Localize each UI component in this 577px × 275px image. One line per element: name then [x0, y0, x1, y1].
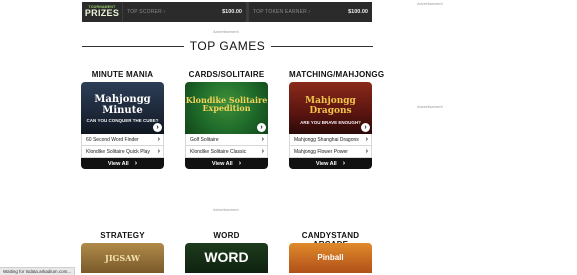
game-thumbnail-mahjongg-dragons[interactable]: Mahjongg Dragons ARE YOU BRAVE ENOUGH? › — [289, 82, 372, 134]
browser-status-bar: Waiting for tsdata.arkadium.com... — [0, 267, 76, 275]
header-line-right — [271, 45, 374, 47]
top-games-title: TOP GAMES — [189, 39, 266, 53]
game-link[interactable]: Mahjongg Shanghai Dragons › — [289, 134, 372, 146]
game-thumbnail-word[interactable]: WORD — [185, 243, 268, 273]
game-thumbnail-candystand[interactable]: Pinball — [289, 243, 372, 273]
tournament-prizes-logo[interactable]: TOURNAMENT PRIZES — [82, 2, 122, 22]
game-link[interactable]: 60 Second Word Finder › — [81, 134, 164, 146]
view-all-label: View All — [107, 160, 129, 167]
game-thumbnail-strategy[interactable]: JIGSAW — [81, 243, 164, 273]
category-title[interactable]: CARDS/SOLITAIRE — [185, 70, 268, 82]
top-games-header: TOP GAMES — [82, 38, 374, 54]
header-line-left — [82, 45, 184, 47]
category-matching-mahjongg: MATCHING/MAHJONGG Mahjongg Dragons ARE Y… — [289, 70, 384, 169]
top-scorer-cell[interactable]: TOP SCORER › $100.00 — [122, 2, 246, 22]
chevron-right-icon: › — [261, 148, 264, 155]
view-all-label: View All — [211, 160, 233, 167]
game-link-label: Klondike Solitaire Quick Play — [86, 148, 150, 155]
thumb-tagline: ARE YOU BRAVE ENOUGH? — [300, 120, 361, 125]
view-all-button[interactable]: View All › — [81, 158, 164, 169]
game-thumbnail-mahjongg-minute[interactable]: Mahjongg Minute CAN YOU CONQUER THE CUBE… — [81, 82, 164, 134]
advertisement-label-top: Advertisement — [213, 29, 239, 34]
game-link[interactable]: Mahjongg Flower Power › — [289, 146, 372, 158]
thumb-title: Mahjongg Minute — [94, 94, 151, 116]
chevron-right-icon[interactable]: › — [257, 123, 266, 132]
game-link[interactable]: Klondike Solitaire Quick Play › — [81, 146, 164, 158]
chevron-right-icon: › — [134, 160, 138, 167]
category-minute-mania: MINUTE MANIA Mahjongg Minute CAN YOU CON… — [81, 70, 164, 169]
chevron-right-icon: › — [157, 148, 160, 155]
game-link[interactable]: Klondike Solitaire Classic › — [185, 146, 268, 158]
game-link[interactable]: Golf Solitaire › — [185, 134, 268, 146]
top-token-earner-cell[interactable]: TOP TOKEN EARNER › $100.00 — [248, 2, 372, 22]
chevron-right-icon: › — [157, 136, 160, 143]
advertisement-label-right-top: Advertisement — [417, 1, 443, 6]
chevron-right-icon: › — [238, 160, 242, 167]
top-token-earner-prize: $100.00 — [348, 9, 368, 15]
view-all-label: View All — [315, 160, 337, 167]
tournament-prizes-bar: TOURNAMENT PRIZES TOP SCORER › $100.00 T… — [82, 2, 372, 22]
chevron-right-icon[interactable]: › — [361, 123, 370, 132]
thumb-title: Pinball — [317, 253, 344, 262]
category-candystand-arcade: CANDYSTAND ARCADE Pinball — [289, 231, 372, 273]
advertisement-label-between: Advertisement — [213, 207, 239, 212]
thumb-title: Mahjongg Dragons — [305, 96, 356, 116]
category-strategy: STRATEGY JIGSAW — [81, 231, 164, 273]
view-all-button[interactable]: View All › — [289, 158, 372, 169]
category-title[interactable]: MATCHING/MAHJONGG — [289, 70, 384, 82]
top-scorer-label: TOP SCORER › — [127, 9, 166, 15]
chevron-right-icon: › — [365, 136, 368, 143]
top-scorer-prize: $100.00 — [222, 9, 242, 15]
category-title[interactable]: CANDYSTAND ARCADE — [289, 231, 372, 249]
game-link-label: Mahjongg Shanghai Dragons — [294, 136, 359, 143]
game-link-label: Klondike Solitaire Classic — [190, 148, 247, 155]
category-title[interactable]: WORD — [185, 231, 268, 243]
tournament-logo-big: PRIZES — [84, 8, 120, 19]
chevron-right-icon: › — [261, 136, 264, 143]
game-link-label: Mahjongg Flower Power — [294, 148, 348, 155]
top-token-earner-label: TOP TOKEN EARNER › — [253, 9, 311, 15]
category-cards-solitaire: CARDS/SOLITAIRE Klondike Solitaire Exped… — [185, 70, 268, 169]
chevron-right-icon[interactable]: › — [153, 123, 162, 132]
game-link-label: 60 Second Word Finder — [86, 136, 139, 143]
chevron-right-icon: › — [342, 160, 346, 167]
game-thumbnail-klondike-expedition[interactable]: Klondike Solitaire Expedition › — [185, 82, 268, 134]
view-all-button[interactable]: View All › — [185, 158, 268, 169]
category-title[interactable]: STRATEGY — [81, 231, 164, 243]
advertisement-label-right-mid: Advertisement — [417, 104, 443, 109]
thumb-title: JIGSAW — [105, 253, 140, 263]
game-link-label: Golf Solitaire — [190, 136, 219, 143]
category-word: WORD WORD — [185, 231, 268, 273]
thumb-title: WORD — [204, 249, 249, 265]
thumb-title: Klondike Solitaire Expedition — [185, 95, 268, 114]
category-title[interactable]: MINUTE MANIA — [81, 70, 164, 82]
thumb-tagline: CAN YOU CONQUER THE CUBE? — [86, 118, 159, 123]
chevron-right-icon: › — [365, 148, 368, 155]
status-text: Waiting for tsdata.arkadium.com... — [3, 269, 72, 274]
